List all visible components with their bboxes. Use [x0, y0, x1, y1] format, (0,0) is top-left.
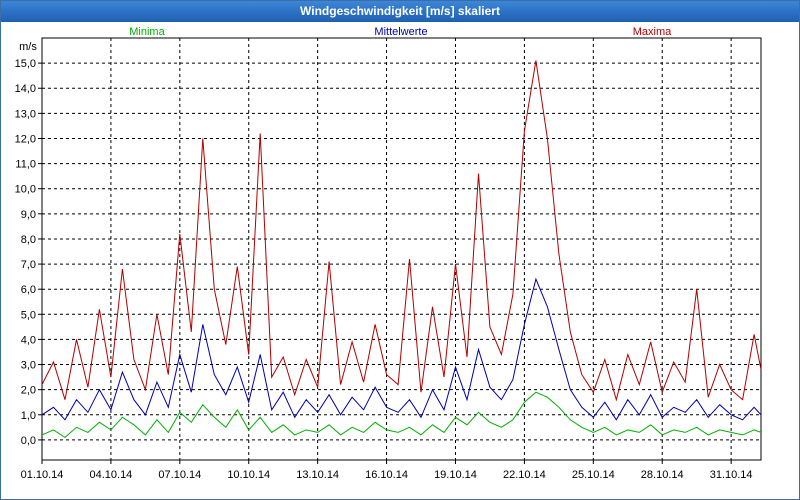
y-tick-label: 2,0 — [21, 385, 36, 397]
grid — [41, 38, 761, 460]
y-tick-label: 4,0 — [21, 334, 36, 346]
y-tick-label: 8,0 — [21, 234, 36, 246]
x-tick-label: 19.10.14 — [434, 469, 477, 481]
y-tick-label: 11,0 — [15, 159, 36, 171]
legend-item-maxima: Maxima — [633, 26, 672, 38]
x-tick-label: 13.10.14 — [296, 469, 339, 481]
y-tick-label: 1,0 — [21, 410, 36, 422]
series-line-maxima — [41, 60, 762, 402]
legend: Minima Mittelwerte Maxima — [129, 26, 672, 38]
y-tick-label: 5,0 — [21, 309, 36, 321]
line-chart: 0,0 1,0 2,0 3,0 4,0 5,0 6,0 7,0 8,0 9,0 10,0 11,0 12… — [15, 26, 762, 481]
y-tick-label: 15,0 — [15, 58, 36, 70]
plot-area — [41, 37, 762, 461]
y-tick-label: 12,0 — [15, 133, 36, 145]
legend-item-mittelwerte: Mittelwerte — [374, 26, 427, 38]
y-tick-label: 0,0 — [21, 435, 36, 447]
x-tick-label: 10.10.14 — [227, 469, 270, 481]
y-tick-label: 14,0 — [15, 83, 36, 95]
x-tick-label: 04.10.14 — [89, 469, 132, 481]
y-tick-label: 10,0 — [15, 184, 36, 196]
legend-item-minima: Minima — [129, 26, 165, 38]
x-tick-label: 16.10.14 — [365, 469, 408, 481]
x-tick-label: 22.10.14 — [503, 469, 546, 481]
x-tick-label: 25.10.14 — [572, 469, 615, 481]
y-tick-label: 13,0 — [15, 108, 36, 120]
y-tick-label: 7,0 — [21, 259, 36, 271]
y-axis: 0,0 1,0 2,0 3,0 4,0 5,0 6,0 7,0 8,0 9,0 10,0 11,0 12… — [15, 58, 42, 447]
y-tick-label: 3,0 — [21, 360, 36, 372]
series-lines — [41, 60, 762, 439]
y-axis-label: m/s — [19, 41, 37, 53]
x-tick-label: 07.10.14 — [158, 469, 201, 481]
x-axis: 01.10.14 04.10.14 07.10.14 10.10.14 13.10.14… — [21, 460, 753, 481]
x-tick-label: 28.10.14 — [641, 469, 684, 481]
x-tick-label: 31.10.14 — [710, 469, 753, 481]
y-tick-label: 6,0 — [21, 284, 36, 296]
y-tick-label: 9,0 — [21, 209, 36, 221]
x-tick-label: 01.10.14 — [21, 469, 64, 481]
